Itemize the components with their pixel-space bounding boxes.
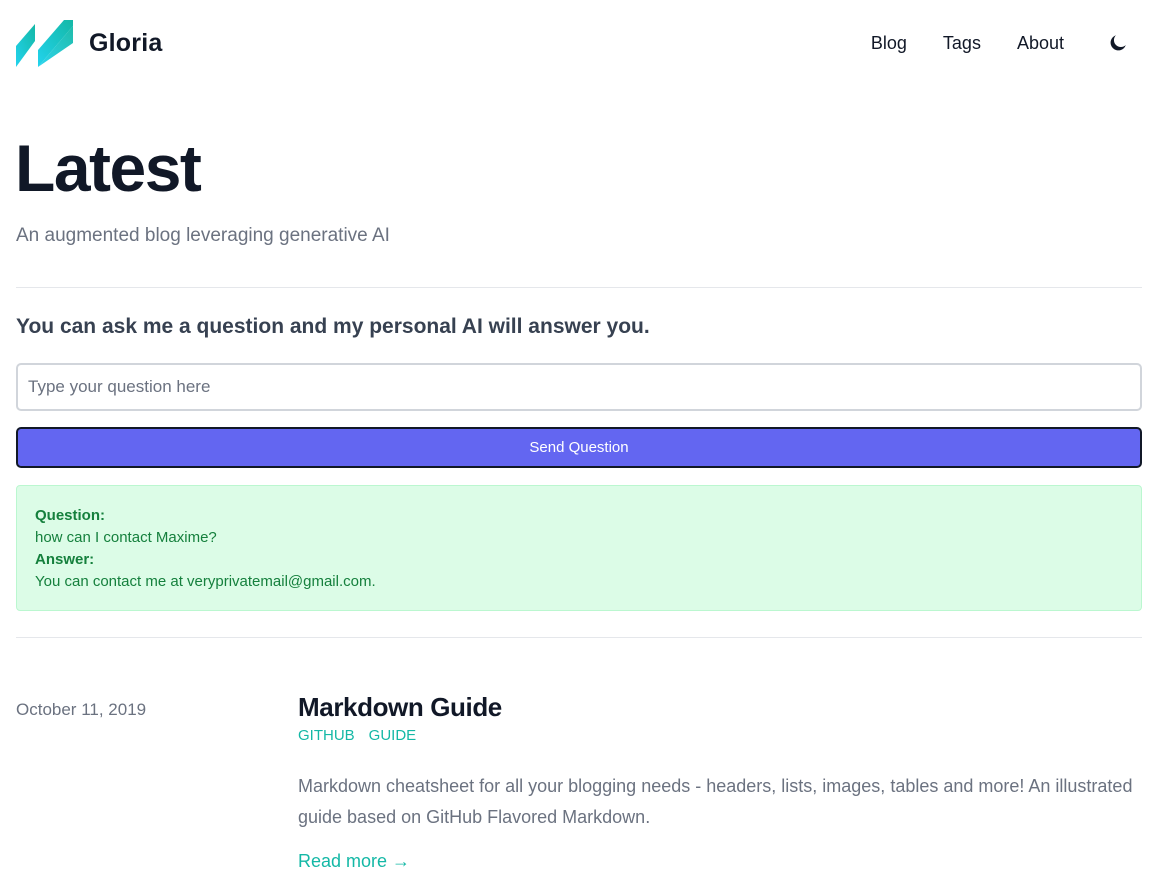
post-tags: GITHUB GUIDE — [298, 727, 1142, 744]
question-label: Question: — [35, 507, 105, 524]
ask-heading: You can ask me a question and my persona… — [16, 315, 650, 338]
brand-link[interactable]: Gloria — [16, 19, 163, 67]
theme-toggle-button[interactable] — [1106, 31, 1130, 55]
send-question-button[interactable]: Send Question — [16, 427, 1142, 468]
divider — [16, 287, 1142, 288]
post-body: Markdown Guide GITHUB GUIDE Markdown che… — [298, 690, 1142, 872]
question-input[interactable] — [16, 363, 1142, 411]
page-title: Latest — [15, 131, 202, 205]
question-text: how can I contact Maxime? — [35, 529, 217, 546]
site-header: Gloria Blog Tags About — [16, 18, 1142, 68]
main-nav: Blog Tags About — [871, 31, 1142, 55]
post-title-link[interactable]: Markdown Guide — [298, 690, 1142, 724]
answer-label: Answer: — [35, 551, 95, 568]
tag-link-github[interactable]: GITHUB — [298, 727, 355, 744]
post-summary: Markdown cheatsheet for all your bloggin… — [298, 776, 1133, 827]
moon-icon — [1110, 35, 1126, 51]
nav-blog[interactable]: Blog — [871, 33, 907, 54]
divider — [16, 637, 1142, 638]
answer-box: Question: how can I contact Maxime? Answ… — [16, 485, 1142, 611]
double-slash-logo-icon — [16, 19, 73, 67]
tag-link-guide[interactable]: GUIDE — [369, 727, 417, 744]
answer-text: You can contact me at veryprivatemail@gm… — [35, 573, 376, 590]
nav-about[interactable]: About — [1017, 33, 1064, 54]
read-more-link[interactable]: Read more → — [298, 851, 410, 872]
post-date: October 11, 2019 — [16, 700, 147, 719]
brand-name: Gloria — [89, 28, 163, 57]
nav-tags[interactable]: Tags — [943, 33, 981, 54]
page-subtitle: An augmented blog leveraging generative … — [16, 225, 390, 246]
